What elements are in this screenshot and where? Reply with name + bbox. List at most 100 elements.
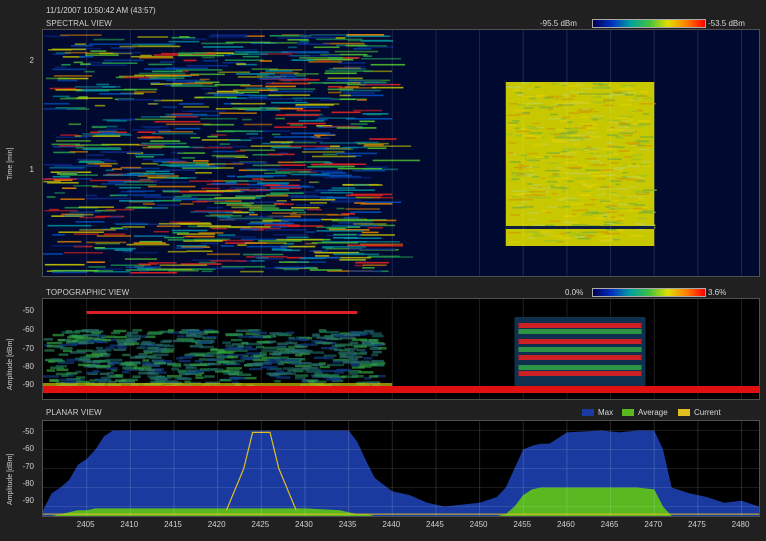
topo-density-cell — [120, 362, 133, 365]
spectral-streak — [138, 72, 186, 75]
spectral-streak — [231, 53, 249, 55]
spectral-streak — [105, 128, 126, 131]
spectral-signal-speck — [642, 165, 652, 167]
spectral-streak — [73, 61, 84, 64]
spectral-signal-speck — [613, 153, 618, 155]
spectral-signal-speck — [584, 203, 595, 206]
spectral-streak — [339, 98, 356, 101]
spectral-streak — [162, 84, 172, 87]
spectral-signal-speck — [508, 152, 513, 154]
topo-density-cell — [114, 335, 127, 339]
spectral-signal-speck — [581, 231, 597, 234]
topo-density-cell — [374, 343, 383, 347]
spectral-streak — [139, 56, 174, 59]
spectral-streak — [244, 35, 265, 37]
spectral-streak — [137, 36, 169, 38]
spectral-signal-speck — [561, 187, 569, 190]
topo-density-cell — [177, 335, 185, 338]
spectral-streak — [208, 36, 248, 38]
spectral-signal-speck — [602, 201, 611, 204]
spectral-streak — [320, 197, 356, 199]
spectral-streak — [276, 203, 294, 206]
spectral-streak — [211, 267, 245, 270]
spectral-streak — [359, 243, 403, 246]
spectral-streak — [344, 65, 366, 68]
spectral-streak — [203, 59, 218, 62]
topo-density-cell — [86, 371, 97, 375]
spectral-streak — [292, 97, 332, 100]
spectral-streak — [175, 247, 204, 249]
spectral-signal-speck — [567, 85, 582, 87]
topo-density-cell — [127, 334, 141, 338]
spectral-signal-speck — [571, 166, 582, 168]
spectral-streak — [119, 118, 136, 121]
spectral-signal-speck — [543, 239, 551, 242]
spectral-signal-speck — [507, 124, 516, 126]
spectral-signal-speck — [626, 176, 638, 178]
spectral-streak — [299, 34, 347, 37]
spectral-signal-speck — [511, 174, 527, 177]
spectral-streak — [327, 214, 350, 216]
topographic-plot[interactable] — [42, 298, 760, 400]
spectral-signal-speck — [539, 106, 554, 109]
spectral-signal-speck — [532, 122, 540, 125]
spectral-streak — [75, 147, 121, 149]
spectral-signal-speck — [612, 238, 620, 241]
spectral-signal-speck — [639, 163, 649, 166]
topo-density-cell — [136, 346, 146, 350]
spectral-streak — [60, 198, 85, 200]
spectral-streak — [232, 211, 249, 214]
spectral-signal-speck — [530, 104, 546, 107]
planar-plot[interactable] — [42, 420, 760, 517]
spectral-signal-speck — [521, 201, 530, 204]
spectral-signal-speck — [513, 166, 524, 169]
spectral-streak — [270, 225, 286, 228]
spectral-signal-speck — [609, 93, 625, 96]
spectral-streak — [355, 261, 389, 264]
spectral-streak — [257, 182, 289, 184]
spectral-signal-speck — [581, 214, 594, 216]
legend-average-label: Average — [638, 408, 668, 417]
spectral-streak — [52, 175, 71, 178]
spectral-signal-speck — [563, 94, 569, 97]
topo-density-cell — [185, 354, 195, 357]
spectral-signal-speck — [507, 231, 522, 234]
spectral-streak — [367, 147, 387, 150]
spectral-streak — [219, 143, 230, 145]
spectral-signal-speck — [557, 171, 567, 174]
spectral-streak — [337, 167, 383, 170]
spectral-signal-speck — [508, 122, 519, 124]
spectral-waterfall-plot[interactable] — [42, 29, 760, 277]
spectral-streak — [245, 174, 287, 177]
spectral-streak — [158, 222, 193, 225]
spectral-streak — [370, 63, 406, 66]
spectral-streak — [193, 211, 226, 213]
topo-density-cell — [275, 376, 291, 379]
spectral-streak — [265, 82, 311, 85]
spectral-streak — [206, 206, 224, 209]
spectral-streak — [86, 197, 130, 200]
spectral-signal-speck — [546, 211, 551, 214]
spectral-streak — [105, 169, 114, 172]
spectral-streak — [372, 159, 421, 162]
topo-density-cell — [86, 354, 104, 357]
spectral-streak — [346, 34, 385, 36]
spectral-signal-speck — [511, 120, 520, 122]
spectral-streak — [43, 253, 63, 255]
spectral-streak — [55, 89, 84, 91]
spectral-streak — [65, 213, 94, 216]
spectral-streak — [247, 222, 292, 225]
spectral-streak — [80, 63, 91, 65]
spectral-streak — [158, 131, 194, 133]
spectral-signal-speck — [585, 211, 599, 214]
spectral-signal-speck — [572, 224, 587, 226]
spectral-signal-speck — [632, 98, 640, 100]
spectral-signal-speck — [529, 132, 543, 134]
spectral-signal-speck — [525, 137, 537, 139]
spectral-streak — [262, 179, 301, 181]
spectral-streak — [55, 66, 67, 68]
spectral-streak — [366, 201, 402, 204]
spectral-signal-speck — [583, 139, 594, 141]
spectral-streak — [148, 103, 157, 105]
spectral-streak — [64, 251, 104, 254]
